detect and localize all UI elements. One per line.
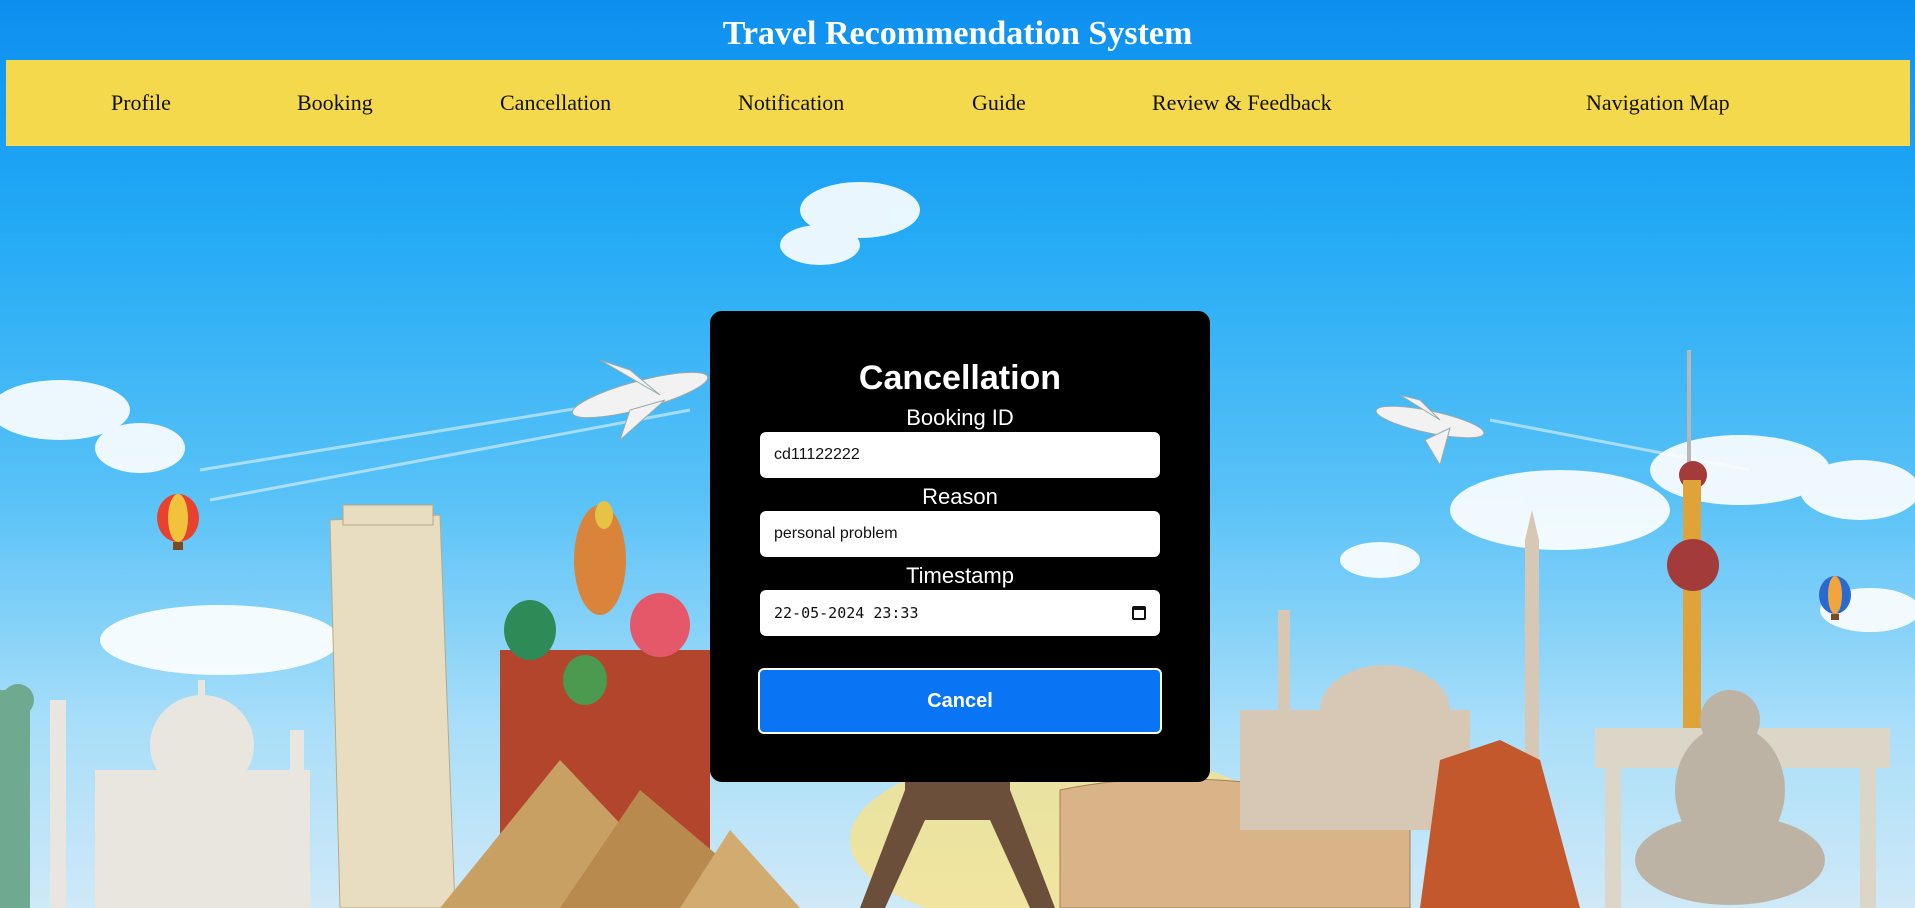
nav-item-notification[interactable]: Notification (738, 60, 844, 146)
nav-item-navigation-map[interactable]: Navigation Map (1586, 60, 1730, 146)
page-title: Travel Recommendation System (722, 15, 1193, 52)
calendar-icon[interactable] (1132, 606, 1146, 620)
booking-id-input[interactable]: cd11122222 (760, 432, 1160, 478)
nav-item-cancellation[interactable]: Cancellation (500, 60, 611, 146)
reason-input[interactable]: personal problem (760, 511, 1160, 557)
cancellation-form: Cancellation Booking ID cd11122222 Reaso… (710, 311, 1210, 782)
nav-item-guide[interactable]: Guide (972, 60, 1026, 146)
timestamp-input[interactable]: 22-05-2024 23:33 (760, 590, 1160, 636)
timestamp-value: 22-05-2024 23:33 (774, 604, 919, 622)
cancel-button[interactable]: Cancel (758, 668, 1162, 734)
nav-item-booking[interactable]: Booking (297, 60, 373, 146)
main-navigation: Profile Booking Cancellation Notificatio… (6, 60, 1910, 146)
reason-label: Reason (922, 484, 998, 509)
timestamp-label: Timestamp (906, 563, 1014, 588)
nav-item-profile[interactable]: Profile (111, 60, 171, 146)
booking-id-label: Booking ID (906, 405, 1014, 430)
nav-item-review-feedback[interactable]: Review & Feedback (1152, 60, 1332, 146)
form-title: Cancellation (858, 359, 1062, 397)
header: Travel Recommendation System (0, 0, 1915, 62)
